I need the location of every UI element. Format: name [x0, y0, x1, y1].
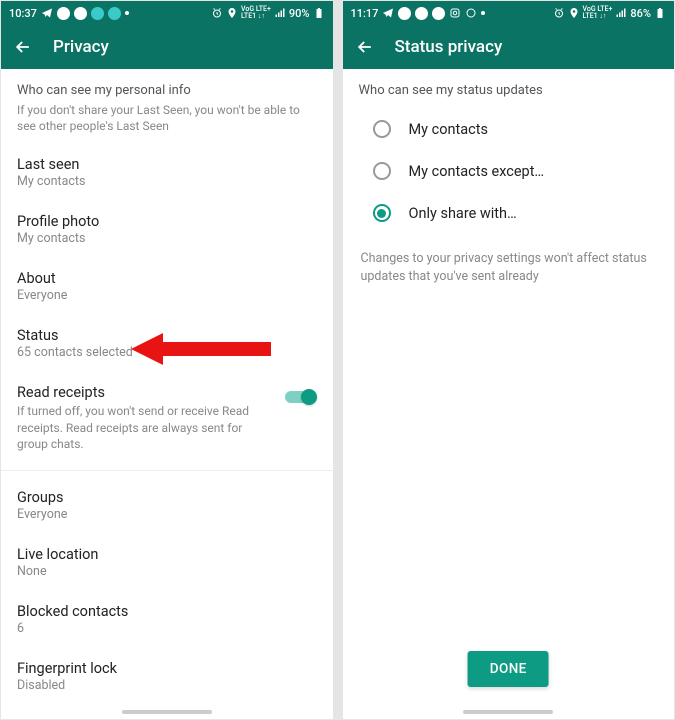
setting-value: My contacts	[17, 231, 317, 246]
radio-option-only-share-with[interactable]: Only share with…	[343, 192, 675, 234]
setting-value: None	[17, 564, 317, 579]
status-bar: 11:17 VoG LTE+LTE1 ↓↑ 86%	[343, 1, 675, 25]
done-button[interactable]: DONE	[468, 651, 549, 687]
setting-title: Last seen	[17, 156, 317, 173]
section-desc: If you don't share your Last Seen, you w…	[1, 102, 333, 144]
helper-text: Changes to your privacy settings won't a…	[343, 240, 675, 295]
radio-option-my-contacts[interactable]: My contacts	[343, 108, 675, 150]
radio-label: Only share with…	[409, 205, 517, 222]
setting-groups[interactable]: Groups Everyone	[1, 477, 333, 534]
radio-label: My contacts	[409, 121, 488, 138]
content: Who can see my status updates My contact…	[343, 69, 675, 719]
battery-level: 86%	[630, 7, 651, 20]
setting-about[interactable]: About Everyone	[1, 258, 333, 315]
overflow-dot	[125, 11, 129, 15]
setting-fingerprint-lock[interactable]: Fingerprint lock Disabled	[1, 648, 333, 705]
app-icon	[74, 7, 87, 20]
app-bar: Status privacy	[343, 25, 675, 69]
network-type: VoG LTE+LTE1 ↓↑	[241, 6, 271, 20]
setting-value: Everyone	[17, 507, 317, 522]
network-type: VoG LTE+LTE1 ↓↑	[583, 6, 613, 20]
setting-title: Fingerprint lock	[17, 660, 317, 677]
app-icon	[57, 7, 70, 20]
setting-desc: If turned off, you won't send or receive…	[17, 403, 275, 452]
app-icon	[432, 7, 445, 20]
telegram-icon	[41, 7, 53, 19]
setting-title: Profile photo	[17, 213, 317, 230]
setting-value: My contacts	[17, 174, 317, 189]
setting-title: Read receipts	[17, 384, 275, 401]
app-icon	[415, 7, 428, 20]
home-indicator	[463, 710, 553, 714]
page-title: Status privacy	[395, 37, 503, 57]
setting-title: Live location	[17, 546, 317, 563]
divider	[1, 470, 333, 471]
location-icon	[568, 7, 580, 19]
setting-last-seen[interactable]: Last seen My contacts	[1, 144, 333, 201]
setting-title: Groups	[17, 489, 317, 506]
setting-read-receipts[interactable]: Read receipts If turned off, you won't s…	[1, 372, 333, 464]
instagram-icon	[449, 7, 461, 19]
setting-value: Disabled	[17, 678, 317, 693]
back-icon[interactable]	[355, 37, 375, 57]
app-bar: Privacy	[1, 25, 333, 69]
content: Who can see my personal info If you don'…	[1, 69, 333, 719]
setting-title: Blocked contacts	[17, 603, 317, 620]
app-icon	[108, 7, 121, 20]
battery-icon	[654, 7, 666, 19]
battery-icon	[313, 7, 325, 19]
status-time: 11:17	[351, 7, 379, 20]
app-icon	[91, 7, 104, 20]
signal-icon	[615, 7, 627, 19]
radio-label: My contacts except…	[409, 163, 545, 180]
setting-value: 6	[17, 621, 317, 636]
setting-blocked-contacts[interactable]: Blocked contacts 6	[1, 591, 333, 648]
radio-icon	[373, 120, 391, 138]
alarm-icon	[211, 7, 223, 19]
app-icon	[398, 7, 411, 20]
overflow-dot	[481, 11, 485, 15]
home-indicator	[122, 710, 212, 714]
read-receipts-toggle[interactable]	[285, 388, 317, 406]
back-icon[interactable]	[13, 37, 33, 57]
circle-icon	[465, 7, 477, 19]
page-title: Privacy	[53, 37, 109, 57]
privacy-screen: 10:37 VoG LTE+LTE1 ↓↑ 90% Privacy Who ca…	[1, 1, 333, 719]
signal-icon	[274, 7, 286, 19]
status-privacy-screen: 11:17 VoG LTE+LTE1 ↓↑ 86% Status privacy…	[343, 1, 675, 719]
battery-level: 90%	[289, 7, 310, 20]
setting-value: Everyone	[17, 288, 317, 303]
radio-icon	[373, 204, 391, 222]
setting-title: Status	[17, 327, 317, 344]
setting-profile-photo[interactable]: Profile photo My contacts	[1, 201, 333, 258]
telegram-icon	[382, 7, 394, 19]
setting-title: About	[17, 270, 317, 287]
status-time: 10:37	[9, 7, 37, 20]
alarm-icon	[553, 7, 565, 19]
radio-option-my-contacts-except[interactable]: My contacts except…	[343, 150, 675, 192]
radio-icon	[373, 162, 391, 180]
setting-status[interactable]: Status 65 contacts selected	[1, 315, 333, 372]
section-header: Who can see my status updates	[343, 69, 675, 102]
location-icon	[226, 7, 238, 19]
section-header: Who can see my personal info	[1, 69, 333, 102]
radio-list: My contacts My contacts except… Only sha…	[343, 102, 675, 240]
status-bar: 10:37 VoG LTE+LTE1 ↓↑ 90%	[1, 1, 333, 25]
setting-value: 65 contacts selected	[17, 345, 317, 360]
setting-live-location[interactable]: Live location None	[1, 534, 333, 591]
